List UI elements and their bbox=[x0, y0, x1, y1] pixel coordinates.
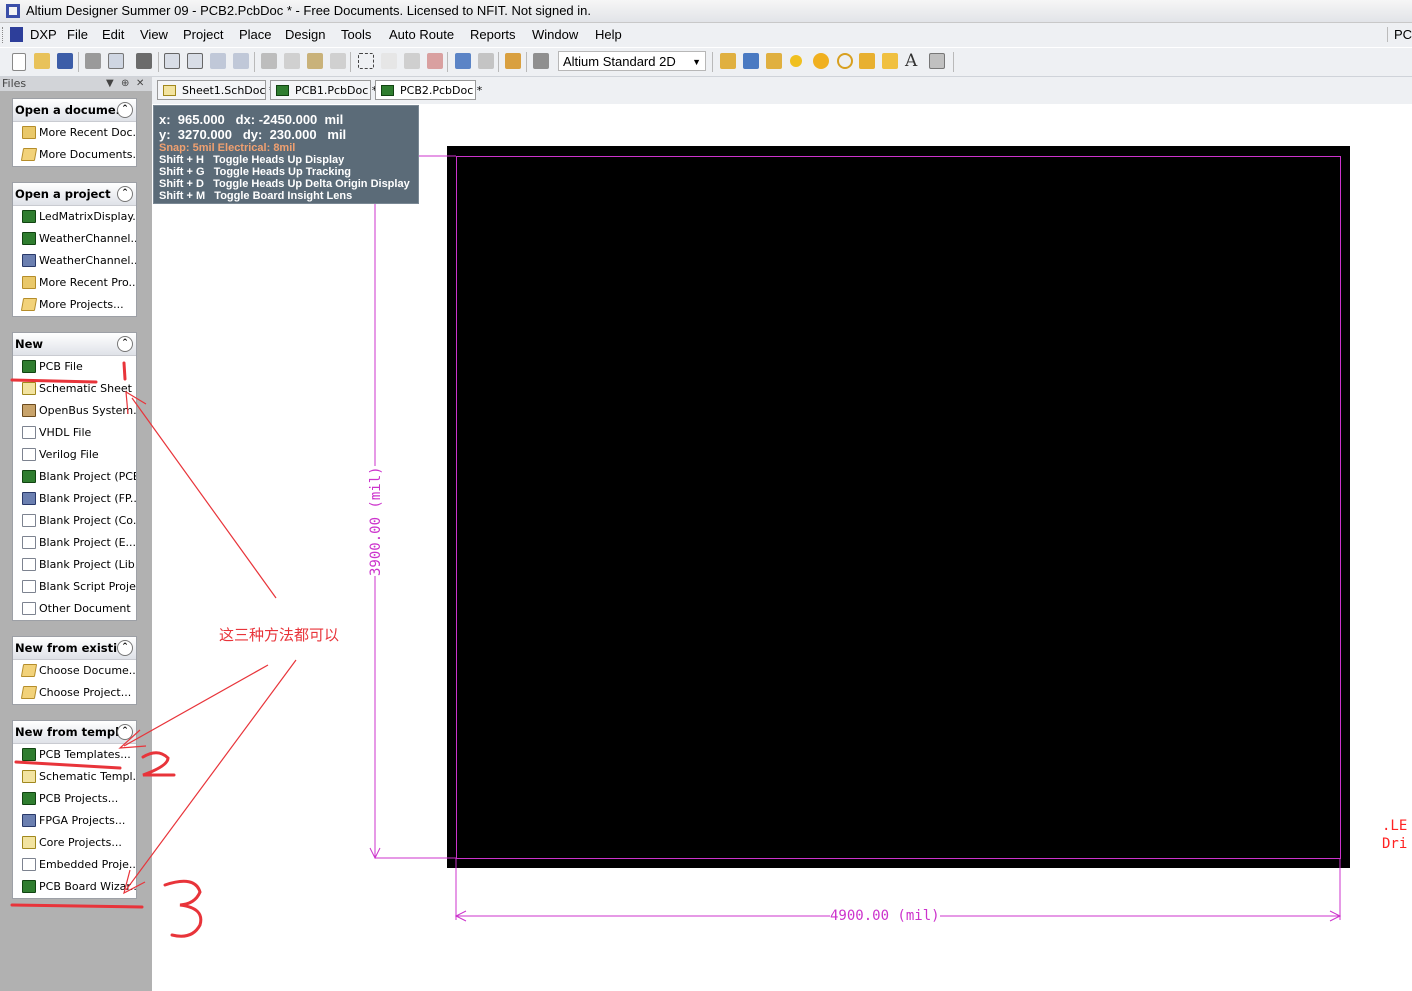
underline-pcb-templates bbox=[14, 760, 122, 770]
offscreen-comment-text: Dri bbox=[1382, 836, 1408, 852]
hud-shortcut: Shift + H Toggle Heads Up Display bbox=[159, 154, 345, 166]
hud-coordinates-x: x: 965.000 dx: -2450.000 mil bbox=[159, 112, 344, 127]
mark-number-2 bbox=[141, 751, 176, 777]
hud-shortcut: Shift + D Toggle Heads Up Delta Origin D… bbox=[159, 178, 410, 190]
mark-number-3 bbox=[163, 879, 203, 938]
offscreen-designator-text: .LE bbox=[1382, 818, 1408, 834]
annotation-note: 这三种方法都可以 bbox=[219, 626, 340, 644]
annotation-arrow-2 bbox=[123, 664, 269, 747]
hud-coordinates-y: y: 3270.000 dy: 230.000 mil bbox=[159, 127, 347, 142]
heads-up-display: x: 965.000 dx: -2450.000 mil y: 3270.000… bbox=[153, 105, 419, 204]
hud-snap-info: Snap: 5mil Electrical: 8mil bbox=[159, 142, 296, 154]
underline-pcb-board-wizard bbox=[10, 903, 144, 909]
height-dimension-label: 3900.00 (mil) bbox=[368, 466, 384, 576]
annotation-arrowhead bbox=[123, 869, 146, 895]
hud-shortcut: Shift + G Toggle Heads Up Tracking bbox=[159, 166, 352, 178]
annotation-arrowhead bbox=[118, 729, 147, 749]
underline-pcb-file bbox=[10, 378, 98, 384]
mark-number-1 bbox=[122, 361, 127, 381]
annotation-arrow-1 bbox=[131, 397, 277, 599]
width-dimension-label: 4900.00 (mil) bbox=[830, 908, 940, 924]
hud-shortcut: Shift + M Toggle Board Insight Lens bbox=[159, 190, 353, 202]
